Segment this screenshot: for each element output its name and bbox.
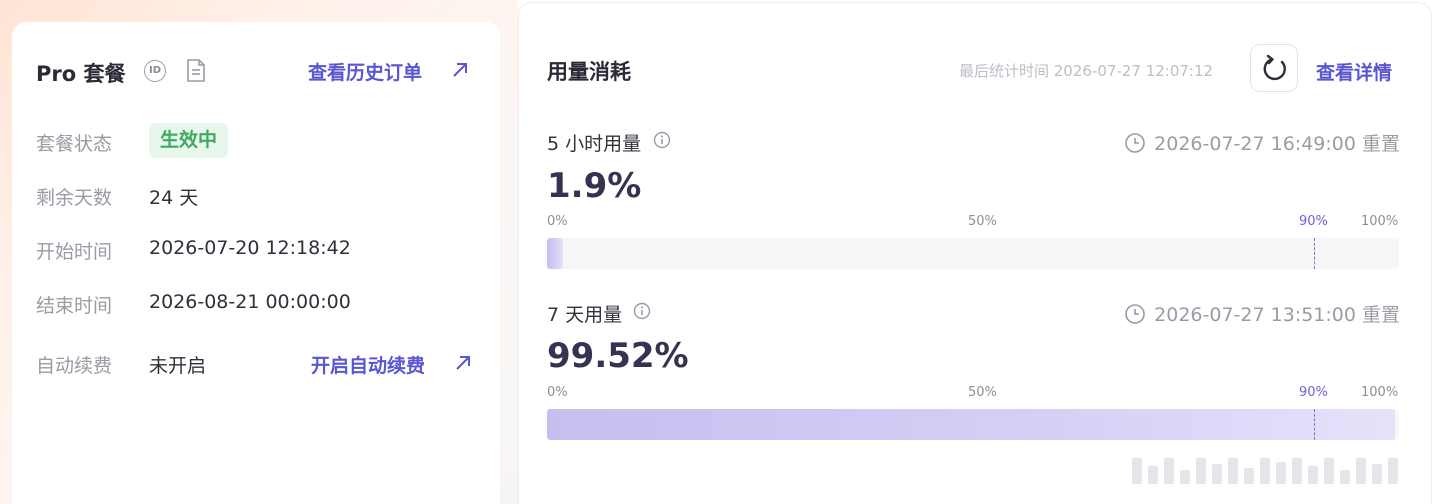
enable-auto-renew-link[interactable]: 开启自动续费: [311, 351, 425, 378]
auto-renew-label: 自动续费: [36, 355, 113, 377]
tick-100: 100%: [1361, 214, 1399, 229]
start-time-label: 开始时间: [36, 241, 113, 263]
last-stat-time: 最后统计时间 2026-07-27 12:07:12: [959, 62, 1214, 80]
arrow-up-right-icon[interactable]: [451, 61, 469, 79]
five-hour-reset: 2026-07-27 16:49:00 重置: [1124, 129, 1400, 156]
status-label: 套餐状态: [36, 133, 113, 155]
threshold-90-marker: [1313, 238, 1315, 269]
seven-day-percent: 99.52%: [547, 336, 689, 376]
tick-90: 90%: [1299, 214, 1328, 229]
tick-50: 50%: [968, 214, 997, 229]
five-hour-reset-time: 2026-07-27 16:49:00 重置: [1154, 133, 1400, 155]
refresh-icon: [1263, 54, 1286, 81]
info-icon[interactable]: [633, 302, 651, 320]
tick-90: 90%: [1299, 385, 1328, 400]
tick-100: 100%: [1361, 385, 1399, 400]
arrow-up-right-icon[interactable]: [454, 354, 472, 372]
five-hour-percent: 1.9%: [547, 166, 642, 206]
five-hour-usage-label: 5 小时用量: [547, 133, 642, 155]
remaining-days-value: 24 天: [149, 187, 199, 209]
clock-icon: [1125, 132, 1145, 153]
seven-day-progress-bar: [547, 409, 1399, 440]
tick-50: 50%: [968, 385, 997, 400]
view-details-link[interactable]: 查看详情: [1316, 58, 1392, 85]
clock-icon: [1125, 303, 1145, 324]
tick-0: 0%: [547, 385, 568, 400]
five-hour-progress-bar: [547, 238, 1399, 269]
five-hour-progress-fill: [547, 238, 564, 269]
plan-title: Pro 套餐: [36, 62, 126, 86]
watermark: [1132, 458, 1398, 484]
tick-0: 0%: [547, 214, 568, 229]
document-icon[interactable]: [185, 58, 207, 83]
seven-day-progress-fill: [547, 409, 1395, 440]
auto-renew-value: 未开启: [149, 355, 207, 377]
seven-day-usage-label: 7 天用量: [547, 304, 623, 326]
status-badge: 生效中: [149, 123, 229, 158]
start-time-value: 2026-07-20 12:18:42: [149, 237, 351, 259]
seven-day-reset: 2026-07-27 13:51:00 重置: [1124, 300, 1400, 327]
end-time-value: 2026-08-21 00:00:00: [149, 291, 351, 313]
remaining-days-label: 剩余天数: [36, 187, 113, 209]
seven-day-reset-time: 2026-07-27 13:51:00 重置: [1154, 304, 1400, 326]
info-icon[interactable]: [653, 131, 671, 149]
refresh-button[interactable]: [1250, 44, 1298, 92]
history-orders-link[interactable]: 查看历史订单: [308, 58, 422, 85]
id-icon[interactable]: ID: [144, 60, 166, 82]
end-time-label: 结束时间: [36, 295, 113, 317]
threshold-90-marker: [1313, 409, 1315, 440]
usage-title: 用量消耗: [547, 60, 631, 84]
